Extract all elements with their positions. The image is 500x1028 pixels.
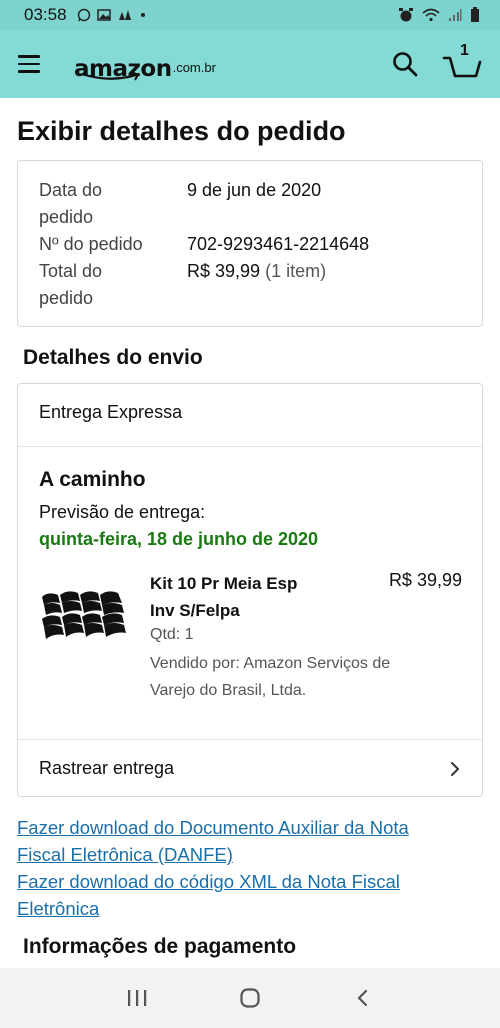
track-delivery-button[interactable]: Rastrear entrega xyxy=(18,740,482,797)
delivery-estimate-label: Previsão de entrega: xyxy=(39,502,206,522)
status-left: 03:58 xyxy=(24,5,147,25)
signal-icon xyxy=(449,9,462,21)
order-total-items: (1 item) xyxy=(265,261,327,281)
logo-domain-text: .com.br xyxy=(172,60,216,75)
order-summary-card: Data do pedido 9 de jun de 2020 Nº do pe… xyxy=(17,160,483,327)
order-total-value: R$ 39,99 (1 item) xyxy=(187,258,326,312)
back-button[interactable] xyxy=(343,978,383,1018)
back-icon xyxy=(358,989,368,1007)
download-danfe-line1: Fazer download do Documento Auxiliar da … xyxy=(17,817,409,838)
cart-count-badge: 1 xyxy=(460,42,469,59)
shipping-type: Entrega Expressa xyxy=(39,402,183,422)
order-date-value: 9 de jun de 2020 xyxy=(187,180,322,200)
order-number-value: 702-9293461-2214648 xyxy=(187,234,370,254)
order-details-content[interactable]: Exibir detalhes do pedido Data do pedido… xyxy=(0,98,500,968)
whatsapp-icon xyxy=(77,8,90,22)
status-bar: 03:58 xyxy=(0,0,500,30)
product-seller-line1: Vendido por: Amazon Serviços de xyxy=(150,655,391,672)
product-quantity: Qtd: 1 xyxy=(150,626,194,643)
product-title-line1: Kit 10 Pr Meia Esp xyxy=(150,574,298,593)
download-xml-line1: Fazer download do código XML da Nota Fis… xyxy=(17,871,400,892)
product-title-line2: Inv S/Felpa xyxy=(150,601,240,620)
order-total-row: Total do pedido R$ 39,99 (1 item) xyxy=(39,258,469,312)
search-icon[interactable] xyxy=(390,49,420,79)
system-nav-bar xyxy=(0,968,500,1028)
status-right xyxy=(398,7,480,23)
page-title: Exibir detalhes do pedido xyxy=(17,116,346,146)
product-title-link[interactable]: Kit 10 Pr Meia Esp Inv S/Felpa xyxy=(150,570,350,624)
order-total-label-line2: pedido xyxy=(39,288,94,308)
cart-icon[interactable]: 1 xyxy=(442,42,482,84)
dot-icon xyxy=(140,13,145,17)
download-danfe-line2: Fiscal Eletrônica (DANFE) xyxy=(17,844,233,865)
notification-icon xyxy=(118,10,131,20)
chevron-right-icon xyxy=(451,761,459,776)
shipment-status: A caminho xyxy=(39,468,146,491)
home-button[interactable] xyxy=(230,978,270,1018)
battery-icon xyxy=(471,7,479,22)
product-seller-line2: Varejo do Brasil, Ltda. xyxy=(150,682,307,699)
download-xml-link[interactable]: Fazer download do código XML da Nota Fis… xyxy=(17,868,487,922)
order-total-amount: R$ 39,99 xyxy=(187,261,261,281)
recent-apps-button[interactable] xyxy=(117,978,157,1018)
download-danfe-link[interactable]: Fazer download do Documento Auxiliar da … xyxy=(17,814,487,868)
wifi-icon xyxy=(422,8,440,22)
product-price: R$ 39,99 xyxy=(388,570,462,590)
payment-section-title: Informações de pagamento xyxy=(23,935,297,958)
track-delivery-label: Rastrear entrega xyxy=(39,758,175,778)
order-number-row: Nº do pedido 702-9293461-2214648 xyxy=(39,231,469,258)
hamburger-menu-icon[interactable] xyxy=(18,47,52,81)
delivery-estimate-date: quinta-feira, 18 de junho de 2020 xyxy=(39,529,319,549)
order-date-label-line2: pedido xyxy=(39,207,94,227)
order-number-label: Nº do pedido xyxy=(39,234,143,254)
order-total-label: Total do pedido xyxy=(39,258,187,312)
product-image[interactable] xyxy=(40,589,128,641)
recent-apps-icon xyxy=(127,990,146,1006)
download-xml-line2: Eletrônica xyxy=(17,898,100,919)
shipping-card: Entrega Expressa A caminho Previsão de e… xyxy=(17,383,483,797)
order-total-label-line1: Total do xyxy=(39,261,103,281)
app-header: amazon .com.br 1 xyxy=(0,30,500,98)
divider xyxy=(18,446,482,447)
gallery-icon xyxy=(96,9,111,21)
status-time: 03:58 xyxy=(24,5,67,24)
order-date-label: Data do pedido xyxy=(39,177,187,231)
product-seller: Vendido por: Amazon Serviços de Varejo d… xyxy=(150,650,440,704)
header-actions: 1 xyxy=(390,42,482,84)
amazon-logo[interactable]: amazon .com.br xyxy=(74,44,216,84)
alarm-icon xyxy=(399,8,413,22)
order-date-label-line1: Data do xyxy=(39,180,103,200)
shipping-section-title: Detalhes do envio xyxy=(23,346,203,369)
home-icon xyxy=(240,988,260,1008)
order-date-row: Data do pedido 9 de jun de 2020 xyxy=(39,177,469,231)
amazon-smile-icon xyxy=(81,72,140,81)
